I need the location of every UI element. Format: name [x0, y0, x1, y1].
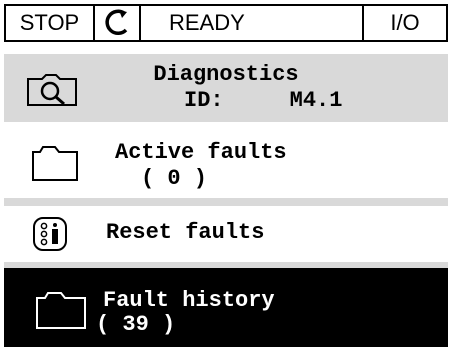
reset-parameter-icon: [33, 217, 67, 251]
menu-item-reset-faults[interactable]: Reset faults: [4, 206, 448, 262]
state-label: READY: [169, 10, 245, 35]
keypad-display: STOP READY I/O Diagnostics ID: M4.1 Acti…: [0, 0, 452, 347]
menu-id: ID: M4.1: [184, 88, 342, 113]
stop-label: STOP: [19, 10, 80, 35]
folder-icon: [32, 146, 78, 181]
menu-item-count: ( 39 ): [96, 312, 176, 337]
page-title: Diagnostics: [153, 62, 299, 87]
menu-item-label: Reset faults: [106, 220, 265, 245]
menu-item-active-faults[interactable]: Active faults ( 0 ): [4, 124, 448, 198]
menu-item-fault-history[interactable]: Fault history ( 39 ): [4, 268, 448, 347]
menu-item-label: Fault history: [103, 288, 275, 313]
state-indicator: READY: [139, 4, 364, 42]
status-bar: STOP READY I/O: [0, 0, 452, 44]
io-label: I/O: [390, 10, 420, 35]
id-label: ID:: [184, 88, 224, 113]
folder-icon: [36, 292, 86, 329]
menu-header: Diagnostics ID: M4.1: [4, 54, 448, 122]
divider: [4, 198, 448, 206]
rotate-ccw-icon: [105, 9, 128, 36]
menu-item-count: ( 0 ): [141, 166, 208, 191]
rotation-indicator: [93, 4, 141, 42]
menu-item-label: Active faults: [115, 140, 287, 165]
io-indicator: I/O: [362, 4, 448, 42]
stop-indicator: STOP: [4, 4, 95, 42]
id-value: M4.1: [289, 88, 343, 113]
